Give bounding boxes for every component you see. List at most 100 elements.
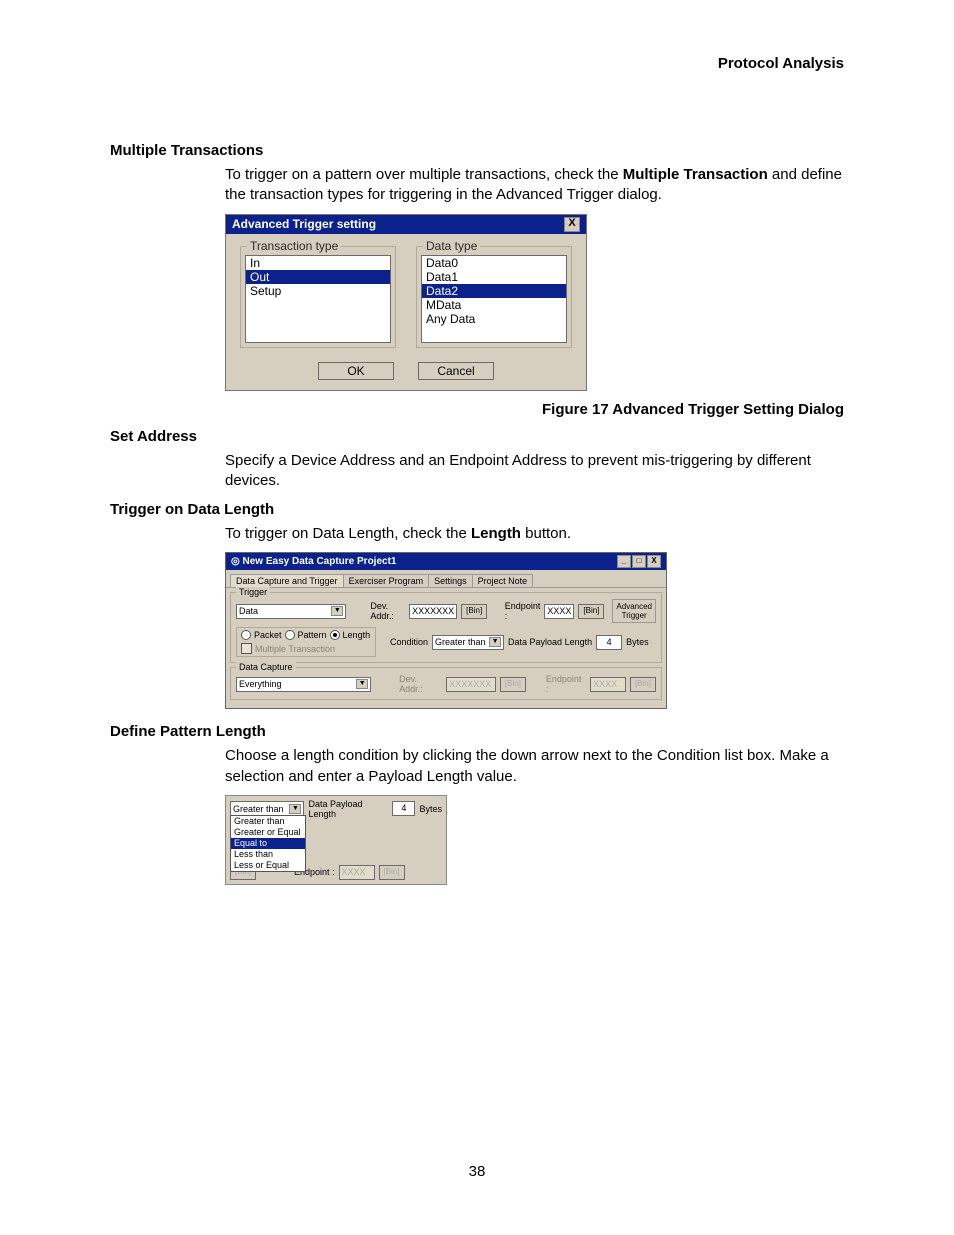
checkbox-multiple-transaction[interactable]: [241, 643, 252, 654]
text: button.: [521, 525, 571, 542]
data-capture-dropdown[interactable]: Everything ▼: [236, 677, 371, 692]
trigger-type-dropdown[interactable]: Data ▼: [236, 604, 346, 619]
maximize-icon[interactable]: □: [632, 555, 646, 568]
groupbox-data-type: Data type Data0 Data1 Data2 MData Any Da…: [416, 246, 572, 348]
listbox-transaction-type[interactable]: In Out Setup: [245, 255, 391, 343]
paragraph-multiple-transactions: To trigger on a pattern over multiple tr…: [225, 165, 844, 206]
bin-button: [Bin]: [500, 677, 526, 692]
label: Bytes: [419, 804, 442, 814]
group-legend: Transaction type: [247, 239, 341, 253]
bold-text: Multiple Transaction: [623, 166, 768, 183]
list-item[interactable]: Data0: [422, 256, 566, 270]
trigger-mode-group: Packet Pattern Length Multiple Transacti…: [236, 627, 376, 657]
radio-packet[interactable]: [241, 630, 251, 640]
advanced-trigger-button[interactable]: AdvancedTrigger: [612, 599, 656, 623]
dialog-title: Advanced Trigger setting: [232, 217, 376, 231]
radio-pattern[interactable]: [285, 630, 295, 640]
label: Endpoint :: [505, 601, 541, 621]
label: Data Payload Length: [508, 637, 592, 647]
page-number: 38: [0, 1163, 954, 1180]
label: Multiple Transaction: [255, 644, 335, 654]
chevron-down-icon: ▼: [489, 637, 501, 647]
label: Data Payload Length: [308, 799, 388, 819]
endpoint-input: XXXX: [590, 677, 626, 692]
paragraph-define-pattern-length: Choose a length condition by clicking th…: [225, 746, 844, 787]
label: Condition: [390, 637, 428, 647]
dropdown-value: Greater than: [435, 637, 486, 647]
label: Dev. Addr.:: [370, 601, 405, 621]
endpoint-input: XXXX: [339, 865, 375, 880]
groupbox-transaction-type: Transaction type In Out Setup: [240, 246, 396, 348]
close-icon[interactable]: X: [564, 217, 580, 232]
label: Packet: [254, 630, 282, 640]
minimize-icon[interactable]: _: [617, 555, 631, 568]
condition-options-list[interactable]: Greater than Greater or Equal Equal to L…: [230, 815, 306, 872]
endpoint-input[interactable]: XXXX: [544, 604, 574, 619]
list-item[interactable]: Data2: [422, 284, 566, 298]
paragraph-set-address: Specify a Device Address and an Endpoint…: [225, 451, 844, 492]
window-titlebar: ◎ New Easy Data Capture Project1 _ □ X: [226, 553, 666, 570]
dev-addr-input: XXXXXXX: [446, 677, 496, 692]
bold-text: Length: [471, 525, 521, 542]
figure-advanced-trigger-dialog: Advanced Trigger setting X Transaction t…: [225, 214, 587, 391]
radio-length[interactable]: [330, 630, 340, 640]
heading-set-address: Set Address: [110, 428, 844, 445]
heading-multiple-transactions: Multiple Transactions: [110, 142, 844, 159]
list-item[interactable]: In: [246, 256, 390, 270]
list-item[interactable]: Any Data: [422, 312, 566, 326]
paragraph-trigger-data-length: To trigger on Data Length, check the Len…: [225, 524, 844, 544]
dropdown-value: Greater than: [233, 804, 284, 814]
figure-caption: Figure 17 Advanced Trigger Setting Dialo…: [110, 401, 844, 418]
listbox-data-type[interactable]: Data0 Data1 Data2 MData Any Data: [421, 255, 567, 343]
dev-addr-input[interactable]: XXXXXXX: [409, 604, 457, 619]
tab-strip: Data Capture and Trigger Exerciser Progr…: [230, 574, 666, 587]
label: Endpoint :: [546, 674, 586, 694]
bin-button: [Bin]: [379, 865, 405, 880]
list-item[interactable]: Equal to: [231, 838, 305, 849]
bin-button[interactable]: [Bin]: [461, 604, 487, 619]
list-item[interactable]: Greater or Equal: [231, 827, 305, 838]
window-title: ◎ New Easy Data Capture Project1: [231, 556, 396, 567]
chevron-down-icon: ▼: [356, 679, 368, 689]
group-legend: Trigger: [236, 587, 270, 597]
list-item[interactable]: Setup: [246, 284, 390, 298]
chevron-down-icon: ▼: [331, 606, 343, 616]
list-item[interactable]: Less or Equal: [231, 860, 305, 871]
list-item[interactable]: Data1: [422, 270, 566, 284]
chevron-down-icon: ▼: [289, 804, 301, 814]
list-item[interactable]: Out: [246, 270, 390, 284]
figure-data-capture-window: ◎ New Easy Data Capture Project1 _ □ X D…: [225, 552, 667, 709]
label: Bytes: [626, 637, 649, 647]
bin-button: [Bin]: [630, 677, 656, 692]
page-header: Protocol Analysis: [110, 55, 844, 72]
bin-button[interactable]: [Bin]: [578, 604, 604, 619]
dropdown-value: Data: [239, 606, 258, 616]
heading-define-pattern-length: Define Pattern Length: [110, 723, 844, 740]
close-icon[interactable]: X: [647, 555, 661, 568]
list-item[interactable]: MData: [422, 298, 566, 312]
label: Length: [343, 630, 371, 640]
cancel-button[interactable]: Cancel: [418, 362, 494, 380]
text: To trigger on a pattern over multiple tr…: [225, 166, 623, 183]
label: Pattern: [298, 630, 327, 640]
figure-condition-dropdown: Greater than ▼ Data Payload Length 4 Byt…: [225, 795, 447, 885]
tab-exerciser[interactable]: Exerciser Program: [343, 574, 430, 587]
groupbox-data-capture: Data Capture Everything ▼ Dev. Addr.: XX…: [230, 667, 662, 700]
ok-button[interactable]: OK: [318, 362, 394, 380]
groupbox-trigger: Trigger Data ▼ Dev. Addr.: XXXXXXX [Bin]…: [230, 592, 662, 663]
text: To trigger on Data Length, check the: [225, 525, 471, 542]
dropdown-value: Everything: [239, 679, 282, 689]
group-legend: Data Capture: [236, 662, 296, 672]
payload-length-input[interactable]: 4: [392, 801, 415, 816]
list-item[interactable]: Greater than: [231, 816, 305, 827]
dialog-titlebar: Advanced Trigger setting X: [226, 215, 586, 234]
label: Dev. Addr.:: [399, 674, 442, 694]
payload-length-input[interactable]: 4: [596, 635, 622, 650]
group-legend: Data type: [423, 239, 480, 253]
tab-settings[interactable]: Settings: [428, 574, 473, 587]
heading-trigger-data-length: Trigger on Data Length: [110, 501, 844, 518]
tab-data-capture[interactable]: Data Capture and Trigger: [230, 574, 344, 587]
tab-project-note[interactable]: Project Note: [472, 574, 534, 587]
condition-dropdown[interactable]: Greater than ▼: [432, 635, 504, 650]
list-item[interactable]: Less than: [231, 849, 305, 860]
